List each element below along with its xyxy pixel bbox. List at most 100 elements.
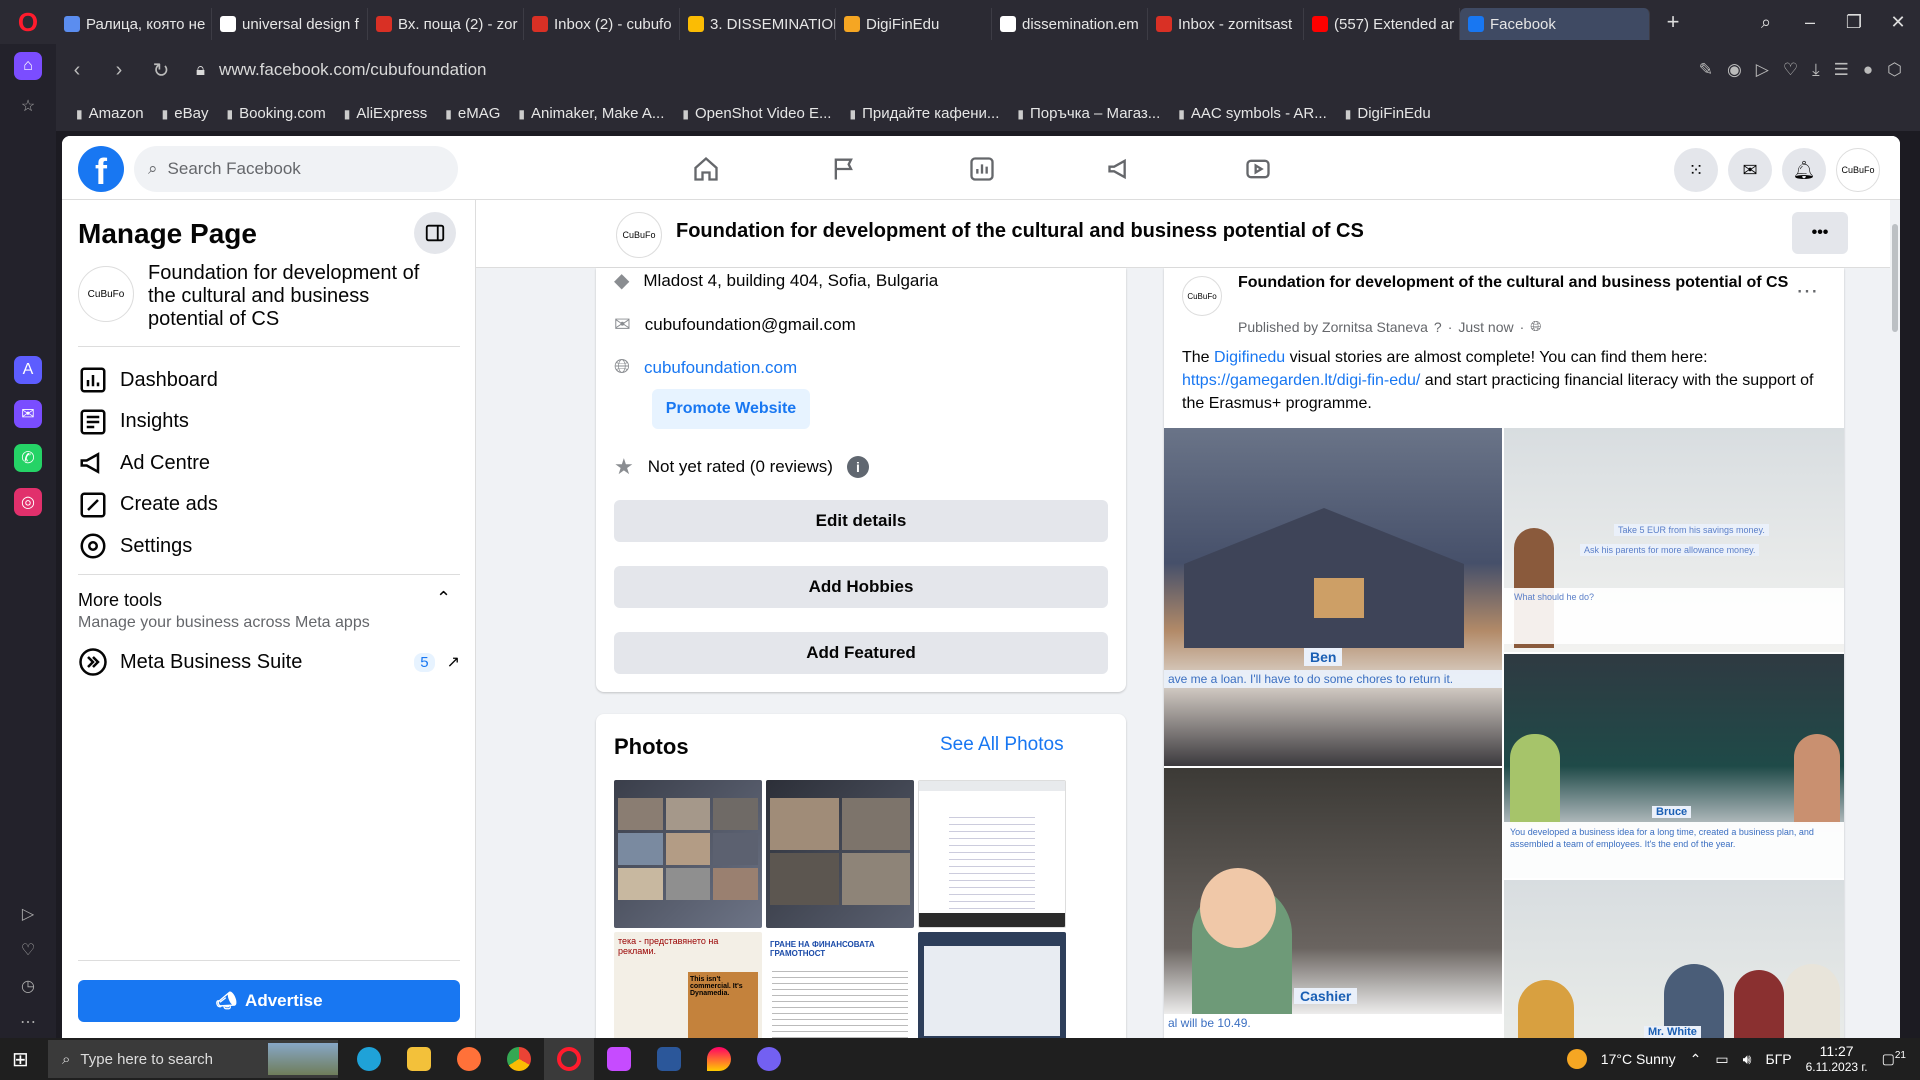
windows-start-icon[interactable]: ⊞ — [12, 1047, 29, 1072]
menu-item-settings[interactable]: Settings — [78, 526, 460, 566]
player-icon[interactable]: ▷ — [14, 900, 42, 928]
camera-icon[interactable]: ◉ — [1727, 60, 1742, 80]
language-indicator[interactable]: БГР — [1765, 1051, 1791, 1067]
bookmark-item[interactable]: ▮ Amazon — [76, 105, 144, 122]
post-image-cashier[interactable]: Cashier al will be 10.49. — [1164, 768, 1502, 1038]
search-tabs-icon[interactable]: ⌕ — [1744, 12, 1788, 33]
menu-grid-icon[interactable]: ⁙ — [1674, 148, 1718, 192]
notifications-icon[interactable]: ▢21 — [1882, 1050, 1906, 1068]
account-avatar[interactable]: CuBuFo — [1836, 148, 1880, 192]
browser-tab[interactable]: Вх. поща (2) - zor — [368, 8, 524, 40]
browser-tab[interactable]: Facebook — [1460, 8, 1650, 40]
back-button[interactable]: ‹ — [56, 59, 98, 82]
word-icon[interactable] — [644, 1038, 694, 1080]
notifications-bell-icon[interactable]: 🔔︎ — [1782, 148, 1826, 192]
video-nav-icon[interactable] — [1228, 146, 1288, 192]
browser-tab[interactable]: dissemination.em — [992, 8, 1148, 40]
more-tools-heading[interactable]: More tools — [78, 590, 162, 611]
firefox-icon[interactable] — [444, 1038, 494, 1080]
opera-logo-icon[interactable]: O — [0, 0, 56, 44]
add-hobbies-button[interactable]: Add Hobbies — [614, 566, 1108, 608]
bookmark-item[interactable]: ▮ Поръчка – Магаз... — [1017, 105, 1160, 122]
viber-icon[interactable] — [744, 1038, 794, 1080]
bookmark-item[interactable]: ▮ eBay — [162, 105, 209, 122]
post-image-choices[interactable]: Take 5 EUR from his savings money. Ask h… — [1504, 428, 1844, 652]
minimize-button[interactable]: – — [1788, 12, 1832, 33]
ads-megaphone-icon[interactable] — [1090, 146, 1150, 192]
profile-icon[interactable]: ● — [1863, 60, 1873, 80]
search-input[interactable]: ⌕ Search Facebook — [134, 146, 458, 192]
home-nav-icon[interactable] — [676, 146, 736, 192]
menu-item-dashboard[interactable]: Dashboard — [78, 360, 460, 400]
messenger-icon[interactable]: ✉ — [14, 400, 42, 428]
heart-icon[interactable]: ♡ — [1783, 60, 1798, 80]
share-icon[interactable]: ✎ — [1699, 60, 1713, 80]
browser-tab[interactable]: Inbox (2) - cubufo — [524, 8, 680, 40]
website-link[interactable]: cubufoundation.com — [644, 358, 797, 378]
bookmark-item[interactable]: ▮ eMAG — [445, 105, 500, 122]
post-image-bruce[interactable]: Bruce You developed a business idea for … — [1504, 654, 1844, 878]
reload-button[interactable]: ↻ — [140, 58, 182, 83]
post-image-ben[interactable]: Ben ave me a loan. I'll have to do some … — [1164, 428, 1502, 766]
opera-gx-icon[interactable] — [594, 1038, 644, 1080]
email-text[interactable]: cubufoundation@gmail.com — [645, 315, 856, 335]
pages-flag-icon[interactable] — [814, 146, 874, 192]
volume-icon[interactable]: 🔊︎ — [1743, 1051, 1752, 1068]
browser-tab[interactable]: DigiFinEdu — [836, 8, 992, 40]
photo-thumbnail[interactable]: тека - представянето на реклами. This is… — [614, 932, 762, 1038]
instagram-icon[interactable]: ◎ — [14, 488, 42, 516]
bookmark-item[interactable]: ▮ Придайте кафени... — [849, 105, 999, 122]
post-time[interactable]: Just now — [1458, 319, 1513, 335]
browser-tab[interactable]: Inbox - zornitsast — [1148, 8, 1304, 40]
file-explorer-icon[interactable] — [394, 1038, 444, 1080]
bookmark-item[interactable]: ▮ AliExpress — [344, 105, 427, 122]
bookmarks-star-icon[interactable]: ☆ — [14, 92, 42, 120]
collapse-panel-button[interactable] — [414, 212, 456, 254]
weather-text[interactable]: 17°C Sunny — [1601, 1051, 1676, 1067]
menu-item-create-ads[interactable]: Create ads — [78, 485, 460, 525]
photo-thumbnail[interactable] — [614, 780, 762, 928]
download-icon[interactable]: ⤓ — [1812, 60, 1820, 80]
post-more-icon[interactable]: ⋯ — [1796, 278, 1818, 304]
chrome-icon[interactable] — [494, 1038, 544, 1080]
see-all-photos-link[interactable]: See All Photos — [940, 734, 1064, 756]
browser-tab[interactable]: (557) Extended ar — [1304, 8, 1460, 40]
send-icon[interactable]: ▷ — [1756, 60, 1769, 80]
weather-sun-icon[interactable] — [1566, 1049, 1587, 1069]
browser-tab[interactable]: Ралица, която не — [56, 8, 212, 40]
facebook-logo-icon[interactable]: f — [78, 146, 124, 192]
messenger-icon[interactable]: ✉ — [1728, 148, 1772, 192]
photo-thumbnail[interactable]: ГРАНЕ НА ФИНАНСОВАТА ГРАМОТНОСТ — [766, 932, 914, 1038]
restore-button[interactable]: ❐ — [1832, 12, 1876, 33]
page-scrollbar[interactable] — [1890, 200, 1900, 1038]
opera-taskbar-icon[interactable] — [544, 1038, 594, 1080]
menu-icon[interactable]: ☰ — [1834, 60, 1849, 80]
browser-tab[interactable]: universal design f — [212, 8, 368, 40]
edge-icon[interactable] — [344, 1038, 394, 1080]
forward-button[interactable]: › — [98, 59, 140, 82]
bookmark-item[interactable]: ▮ DigiFinEdu — [1345, 105, 1431, 122]
home-icon[interactable]: ⌂ — [14, 52, 42, 80]
info-icon[interactable]: i — [846, 456, 869, 478]
add-featured-button[interactable]: Add Featured — [614, 632, 1108, 674]
bookmark-item[interactable]: ▮ AAC symbols - AR... — [1178, 105, 1326, 122]
heart-icon[interactable]: ♡ — [14, 936, 42, 964]
url-field[interactable]: www.facebook.com/cubufoundation — [219, 60, 486, 80]
whatsapp-icon[interactable]: ✆ — [14, 444, 42, 472]
post-author-avatar[interactable]: CuBuFo — [1182, 276, 1222, 316]
meta-business-suite-link[interactable]: Meta Business Suite 5 ↗ — [78, 642, 460, 682]
help-icon[interactable]: ? — [1434, 319, 1442, 335]
bookmark-item[interactable]: ▮ Booking.com — [226, 105, 325, 122]
post-url-link[interactable]: https://gamegarden.lt/digi-fin-edu/ — [1182, 372, 1420, 389]
promote-website-button[interactable]: Promote Website — [652, 389, 810, 429]
more-icon[interactable]: ⋯ — [14, 1008, 42, 1036]
menu-item-insights[interactable]: Insights — [78, 402, 460, 442]
bookmark-item[interactable]: ▮ OpenShot Video E... — [682, 105, 831, 122]
close-window-button[interactable]: ✕ — [1876, 12, 1920, 33]
new-tab-button[interactable]: + — [1658, 7, 1688, 37]
aria-icon[interactable]: A — [14, 356, 42, 384]
browser-tab[interactable]: 3. DISSEMINATION — [680, 8, 836, 40]
history-icon[interactable]: ◷ — [14, 972, 42, 1000]
clock[interactable]: 11:27 6.11.2023 г. — [1806, 1043, 1868, 1075]
photo-thumbnail[interactable] — [918, 932, 1066, 1038]
